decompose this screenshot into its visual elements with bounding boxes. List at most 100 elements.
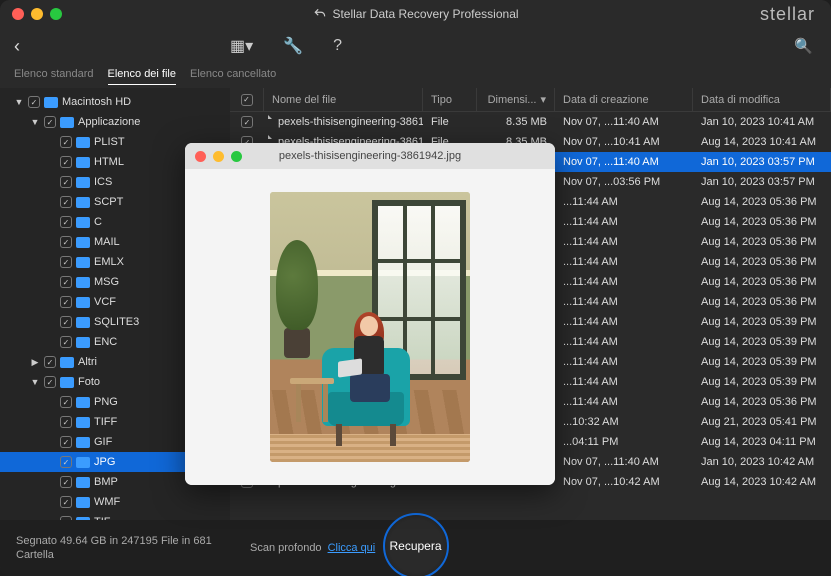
file-name: pexels-thisisengineering-3861958.jpg xyxy=(278,116,423,128)
file-created: Nov 07, ...10:41 AM xyxy=(555,136,693,148)
settings-icon[interactable]: 🔧 xyxy=(283,36,303,56)
tree-label: BMP xyxy=(94,476,118,488)
tree-item[interactable]: ▼✓Applicazione xyxy=(0,112,230,132)
checkbox[interactable]: ✓ xyxy=(241,116,253,128)
col-size[interactable]: Dimensi...▾ xyxy=(477,88,555,111)
col-created[interactable]: Data di creazione xyxy=(555,88,693,111)
tree-label: HTML xyxy=(94,156,124,168)
checkbox[interactable]: ✓ xyxy=(60,296,72,308)
expand-icon[interactable]: ▼ xyxy=(30,117,40,127)
file-created: ...11:44 AM xyxy=(555,356,693,368)
folder-icon xyxy=(76,417,90,428)
file-created: ...10:32 AM xyxy=(555,416,693,428)
folder-icon xyxy=(76,197,90,208)
minimize-icon[interactable] xyxy=(31,8,43,20)
preview-image xyxy=(270,192,470,462)
checkbox[interactable]: ✓ xyxy=(60,136,72,148)
checkbox[interactable]: ✓ xyxy=(44,356,56,368)
fullscreen-icon[interactable] xyxy=(231,151,242,162)
col-checkbox[interactable]: ✓ xyxy=(230,88,264,111)
tree-label: TIFF xyxy=(94,416,117,428)
file-created: ...11:44 AM xyxy=(555,376,693,388)
tree-label: Macintosh HD xyxy=(62,96,131,108)
tree-label: MSG xyxy=(94,276,119,288)
checkbox[interactable]: ✓ xyxy=(60,396,72,408)
file-created: ...11:44 AM xyxy=(555,196,693,208)
preview-title: pexels-thisisengineering-3861942.jpg xyxy=(279,150,461,162)
checkbox[interactable]: ✓ xyxy=(60,416,72,428)
col-modified[interactable]: Data di modifica xyxy=(693,88,831,111)
file-modified: Aug 14, 2023 04:11 PM xyxy=(693,436,831,448)
footer: Segnato 49.64 GB in 247195 File in 681 C… xyxy=(0,520,831,576)
checkbox[interactable]: ✓ xyxy=(60,196,72,208)
image-preview-window[interactable]: pexels-thisisengineering-3861942.jpg xyxy=(185,143,555,485)
expand-icon[interactable]: ▼ xyxy=(30,377,40,387)
tree-label: JPG xyxy=(94,456,115,468)
folder-icon xyxy=(76,157,90,168)
checkbox[interactable]: ✓ xyxy=(44,376,56,388)
checkbox[interactable]: ✓ xyxy=(60,476,72,488)
back-button[interactable]: ‹ xyxy=(14,36,20,57)
checkbox[interactable]: ✓ xyxy=(44,116,56,128)
tree-label: WMF xyxy=(94,496,120,508)
expand-icon[interactable]: ▼ xyxy=(14,97,24,107)
preview-body xyxy=(185,169,555,485)
checkbox[interactable]: ✓ xyxy=(60,496,72,508)
tree-label: SCPT xyxy=(94,196,123,208)
status-text: Segnato 49.64 GB in 247195 File in 681 C… xyxy=(16,534,212,563)
checkbox[interactable]: ✓ xyxy=(60,336,72,348)
checkbox[interactable]: ✓ xyxy=(28,96,40,108)
folder-icon xyxy=(76,457,90,468)
traffic-lights xyxy=(12,8,62,20)
tab-files[interactable]: Elenco dei file xyxy=(108,68,177,85)
deep-scan-link[interactable]: Clicca qui xyxy=(328,542,376,554)
checkbox[interactable]: ✓ xyxy=(60,176,72,188)
tree-label: PLIST xyxy=(94,136,125,148)
col-type[interactable]: Tipo xyxy=(423,88,477,111)
folder-icon xyxy=(76,317,90,328)
tree-item[interactable]: ✓TIF xyxy=(0,512,230,520)
fullscreen-icon[interactable] xyxy=(50,8,62,20)
close-icon[interactable] xyxy=(12,8,24,20)
column-headers: ✓ Nome del file Tipo Dimensi...▾ Data di… xyxy=(230,88,831,112)
expand-icon[interactable]: ▶ xyxy=(30,357,40,368)
checkbox[interactable]: ✓ xyxy=(60,276,72,288)
checkbox[interactable]: ✓ xyxy=(60,236,72,248)
tree-label: PNG xyxy=(94,396,118,408)
drive-icon xyxy=(44,97,58,108)
tree-label: EMLX xyxy=(94,256,124,268)
file-modified: Aug 14, 2023 05:36 PM xyxy=(693,256,831,268)
minimize-icon[interactable] xyxy=(213,151,224,162)
folder-icon xyxy=(60,377,74,388)
close-icon[interactable] xyxy=(195,151,206,162)
checkbox[interactable]: ✓ xyxy=(60,316,72,328)
file-modified: Aug 21, 2023 05:41 PM xyxy=(693,416,831,428)
help-icon[interactable]: ? xyxy=(333,37,342,55)
folder-icon xyxy=(76,277,90,288)
tree-label: ENC xyxy=(94,336,117,348)
tree-item[interactable]: ▼ ✓ Macintosh HD xyxy=(0,92,230,112)
checkbox[interactable]: ✓ xyxy=(60,156,72,168)
tree-label: SQLITE3 xyxy=(94,316,139,328)
checkbox[interactable]: ✓ xyxy=(60,456,72,468)
grid-toggle-button[interactable]: ▦▾ xyxy=(230,36,253,56)
folder-icon xyxy=(76,177,90,188)
file-modified: Jan 10, 2023 03:57 PM xyxy=(693,176,831,188)
tree-item[interactable]: ✓ WMF xyxy=(0,492,230,512)
file-created: ...11:44 AM xyxy=(555,216,693,228)
checkbox[interactable]: ✓ xyxy=(60,436,72,448)
file-created: ...11:44 AM xyxy=(555,316,693,328)
col-name[interactable]: Nome del file xyxy=(264,88,423,111)
file-created: Nov 07, ...03:56 PM xyxy=(555,176,693,188)
recover-button[interactable]: Recupera xyxy=(383,513,449,576)
file-modified: Aug 14, 2023 05:36 PM xyxy=(693,396,831,408)
tab-deleted[interactable]: Elenco cancellato xyxy=(190,68,276,84)
search-icon[interactable]: 🔍 xyxy=(794,37,813,55)
checkbox[interactable]: ✓ xyxy=(60,216,72,228)
table-row[interactable]: ✓pexels-thisisengineering-3861958.jpgFil… xyxy=(230,112,831,132)
checkbox[interactable]: ✓ xyxy=(60,256,72,268)
tab-standard[interactable]: Elenco standard xyxy=(14,68,94,84)
file-created: ...11:44 AM xyxy=(555,256,693,268)
file-created: ...11:44 AM xyxy=(555,296,693,308)
file-created: ...11:44 AM xyxy=(555,276,693,288)
